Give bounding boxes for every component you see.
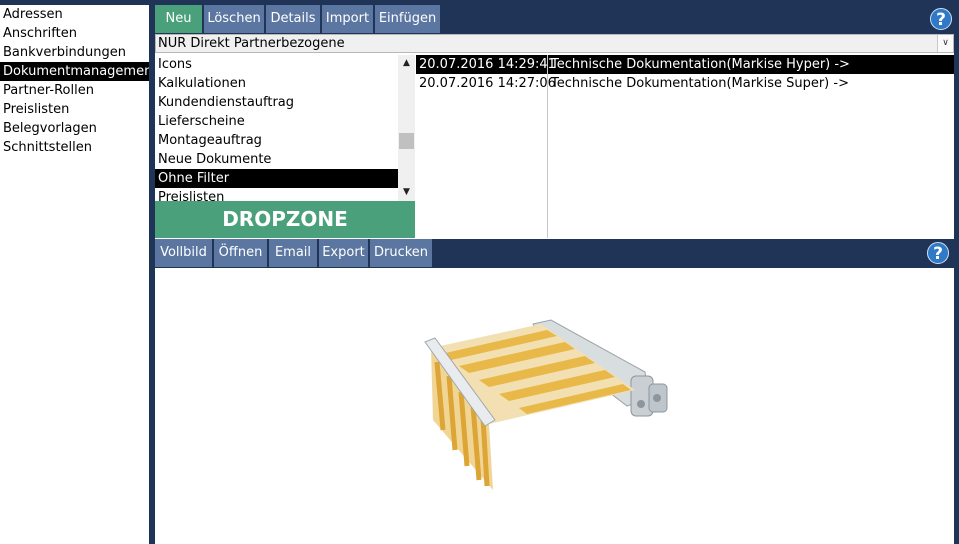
scroll-down-icon[interactable]: ▼	[398, 184, 415, 201]
doc-date: 20.07.2016 14:27:06	[419, 76, 556, 91]
nav-item-belegvorlagen[interactable]: Belegvorlagen	[0, 119, 149, 138]
category-scrollbar[interactable]: ▲ ▼	[398, 55, 415, 201]
nav-item-partner-rollen[interactable]: Partner-Rollen	[0, 81, 149, 100]
table-row[interactable]: 20.07.2016 14:29:41 Technische Dokumenta…	[416, 55, 954, 74]
details-button[interactable]: Details	[266, 5, 320, 33]
category-item[interactable]: Neue Dokumente	[155, 150, 398, 169]
category-item[interactable]: Preislisten	[155, 188, 398, 201]
paste-button[interactable]: Einfügen	[375, 5, 440, 33]
preview-toolbar: Vollbild Öffnen Email Export Drucken ?	[155, 239, 954, 268]
nav-item-adressen[interactable]: Adressen	[0, 5, 149, 24]
scroll-up-icon[interactable]: ▲	[398, 55, 415, 72]
scroll-thumb[interactable]	[399, 133, 414, 149]
nav-item-dokumentmanagement[interactable]: Dokumentmanagement	[0, 62, 157, 81]
email-button[interactable]: Email	[269, 239, 317, 267]
window-right-border	[954, 5, 959, 544]
delete-button[interactable]: Löschen	[204, 5, 264, 33]
category-item[interactable]: Icons	[155, 55, 398, 74]
dropzone[interactable]: DROPZONE	[155, 201, 415, 238]
category-item[interactable]: Kundendienstauftrag	[155, 93, 398, 112]
nav-item-anschriften[interactable]: Anschriften	[0, 24, 149, 43]
open-button[interactable]: Öffnen	[214, 239, 267, 267]
table-row[interactable]: 20.07.2016 14:27:06 Technische Dokumenta…	[416, 74, 954, 93]
print-button[interactable]: Drucken	[370, 239, 432, 267]
doc-title: Technische Dokumentation(Markise Hyper) …	[551, 57, 850, 72]
category-item[interactable]: Lieferscheine	[155, 112, 398, 131]
fullscreen-button[interactable]: Vollbild	[155, 239, 212, 267]
new-button[interactable]: Neu	[155, 5, 202, 33]
category-list: Icons Kalkulationen Kundendienstauftrag …	[155, 55, 398, 201]
nav-item-preislisten[interactable]: Preislisten	[0, 100, 149, 119]
category-item[interactable]: Kalkulationen	[155, 74, 398, 93]
filter-value: NUR Direkt Partnerbezogene	[158, 36, 345, 51]
nav-item-bankverbindungen[interactable]: Bankverbindungen	[0, 43, 149, 62]
help-icon[interactable]: ?	[927, 242, 949, 264]
awning-image	[413, 280, 695, 544]
export-button[interactable]: Export	[319, 239, 368, 267]
import-button[interactable]: Import	[322, 5, 373, 33]
column-separator[interactable]	[547, 55, 548, 238]
chevron-down-icon[interactable]: ∨	[937, 35, 953, 52]
doc-title: Technische Dokumentation(Markise Super) …	[551, 76, 849, 91]
nav-item-schnittstellen[interactable]: Schnittstellen	[0, 138, 149, 157]
document-toolbar: Neu Löschen Details Import Einfügen ?	[155, 5, 954, 34]
doc-date: 20.07.2016 14:29:41	[419, 57, 556, 72]
documents-table: 20.07.2016 14:29:41 Technische Dokumenta…	[416, 55, 954, 238]
left-nav: Adressen Anschriften Bankverbindungen Do…	[0, 5, 157, 544]
help-icon[interactable]: ?	[930, 8, 952, 30]
category-item-selected[interactable]: Ohne Filter	[155, 169, 398, 188]
document-preview	[155, 268, 954, 544]
category-item[interactable]: Montageauftrag	[155, 131, 398, 150]
filter-dropdown[interactable]: NUR Direkt Partnerbezogene ∨	[155, 34, 954, 53]
